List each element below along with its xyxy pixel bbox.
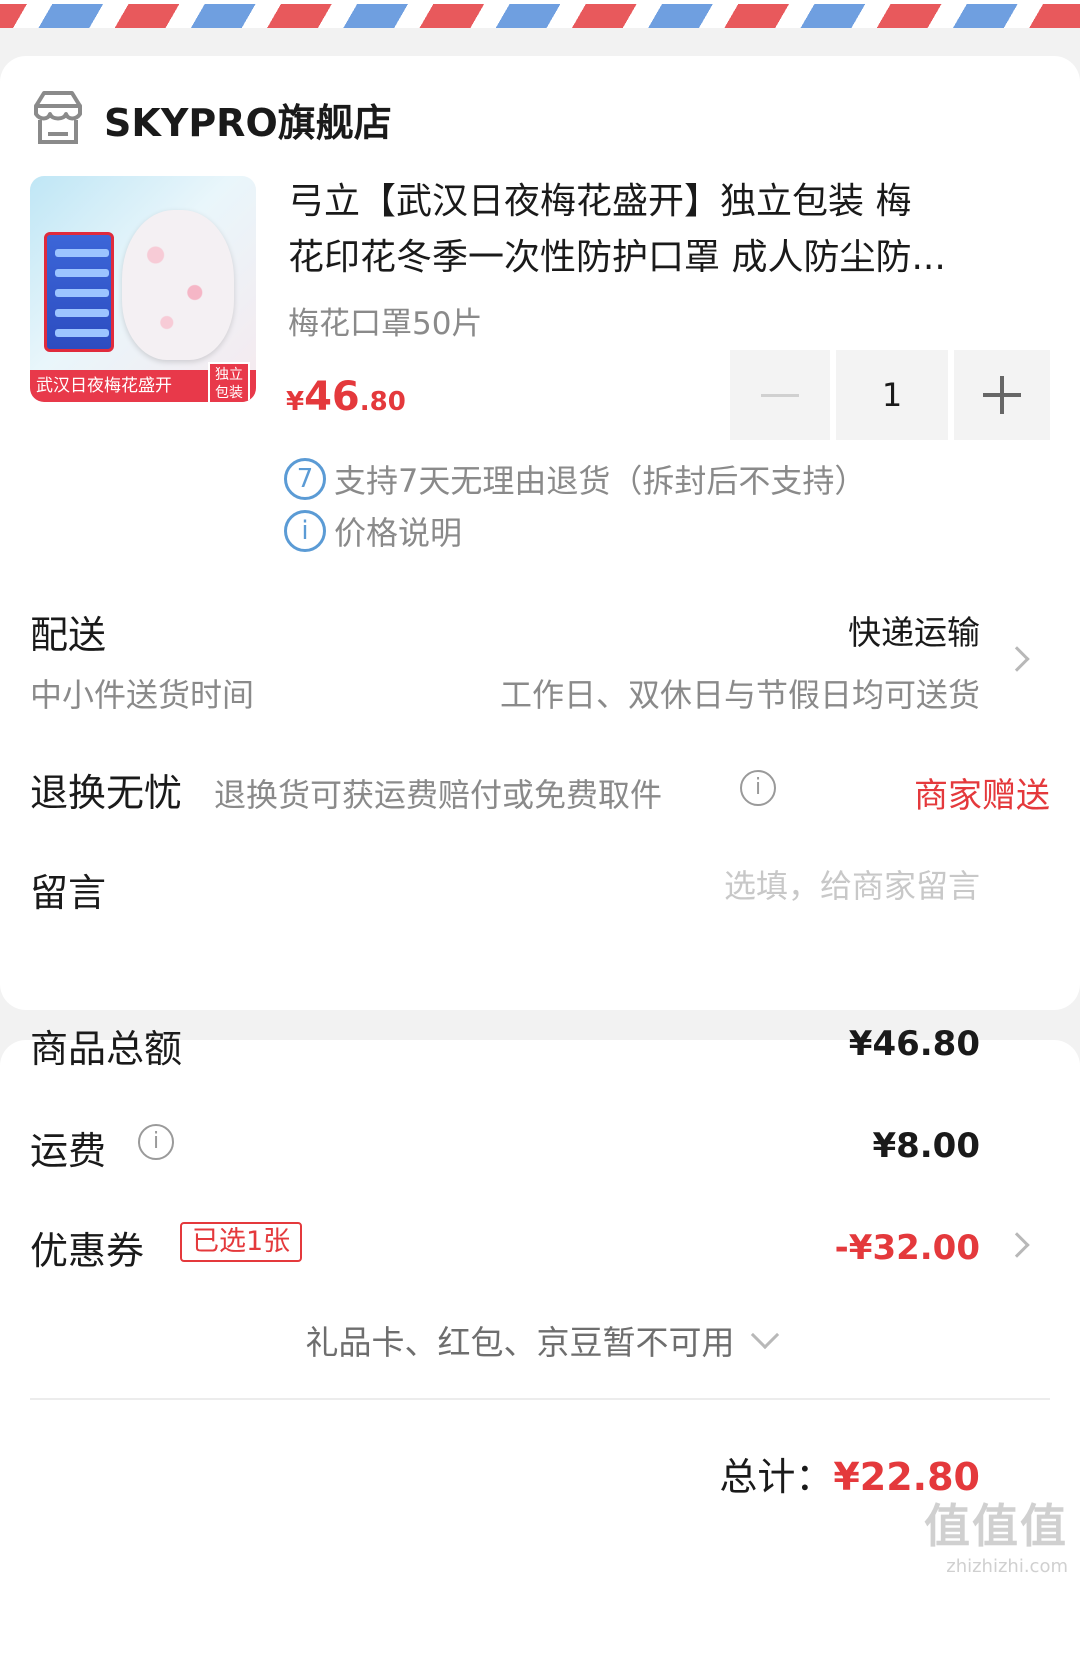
info-icon: i [284,510,326,552]
returns-desc: 退换货可获运费赔付或免费取件 [214,776,663,814]
goods-total-label: 商品总额 [30,1027,183,1071]
delivery-time-value: 工作日、双休日与节假日均可送货 [499,676,980,714]
price-note-text: 价格说明 [334,514,463,552]
image-tag: 独立包装 [208,362,250,402]
quantity-stepper: 1 [730,350,1054,440]
returns-info-icon[interactable]: i [740,770,776,806]
airmail-border [0,0,1080,28]
coupon-selected-badge[interactable]: 已选1张 [180,1222,303,1262]
image-banner: 武汉日夜梅花盛开 独立包装 [30,362,256,402]
delivery-label: 配送 [30,613,107,657]
decrease-button[interactable] [730,350,830,440]
divider [30,1398,1050,1400]
shipping-value: ¥8.00 [872,1126,980,1166]
goods-total-value: ¥46.80 [848,1024,980,1064]
product-price: ¥46.80 [286,374,406,420]
product-spec[interactable]: 梅花口罩50片 [288,298,482,343]
message-label: 留言 [30,871,107,915]
unavailable-row[interactable]: 礼品卡、红包、京豆暂不可用 [0,1316,1080,1364]
return-policy-row[interactable]: 7 支持7天无理由退货（拆封后不支持） [284,456,866,502]
product-image[interactable]: 武汉日夜梅花盛开 独立包装 [30,176,256,402]
increase-button[interactable] [954,350,1050,440]
seven-day-return-icon: 7 [284,458,326,500]
coupon-value[interactable]: -¥32.00 [835,1228,980,1268]
delivery-time-label: 中小件送货时间 [30,676,255,714]
minus-icon [761,393,799,397]
shipping-label: 运费 [30,1129,107,1173]
price-decimal: .80 [359,387,406,417]
total-label: 总计： [719,1455,834,1499]
return-policy-text: 支持7天无理由退货（拆封后不支持） [334,462,867,500]
product-title-line1: 弓立【武汉日夜梅花盛开】独立包装 梅 [288,181,912,222]
store-icon [34,91,82,144]
price-note-row[interactable]: i 价格说明 [284,508,462,554]
shipping-info-icon[interactable]: i [138,1124,174,1160]
quantity-value[interactable]: 1 [836,350,948,440]
watermark: 值值值 zhizhizhi.com [924,1490,1068,1577]
watermark-site: zhizhizhi.com [946,1556,1068,1577]
mask-image [122,210,234,360]
store-name[interactable]: SKYPRO旗舰店 [104,92,392,147]
returns-gift: 商家赠送 [914,776,1050,816]
message-input[interactable] [560,862,980,910]
product-title[interactable]: 弓立【武汉日夜梅花盛开】独立包装 梅 花印花冬季一次性防护口罩 成人防尘防... [288,174,1050,286]
product-title-line2: 花印花冬季一次性防护口罩 成人防尘防... [288,237,946,278]
coupon-label: 优惠券 [30,1229,145,1273]
watermark-logo: 值值值 [924,1499,1068,1553]
price-integer: 46 [304,374,360,420]
delivery-method[interactable]: 快递运输 [848,606,980,654]
returns-label: 退换无忧 [30,771,183,815]
chevron-down-icon [750,1320,779,1350]
unavailable-text: 礼品卡、红包、京豆暂不可用 [305,1323,735,1362]
package-box-image [44,232,114,352]
price-symbol: ¥ [286,387,305,417]
